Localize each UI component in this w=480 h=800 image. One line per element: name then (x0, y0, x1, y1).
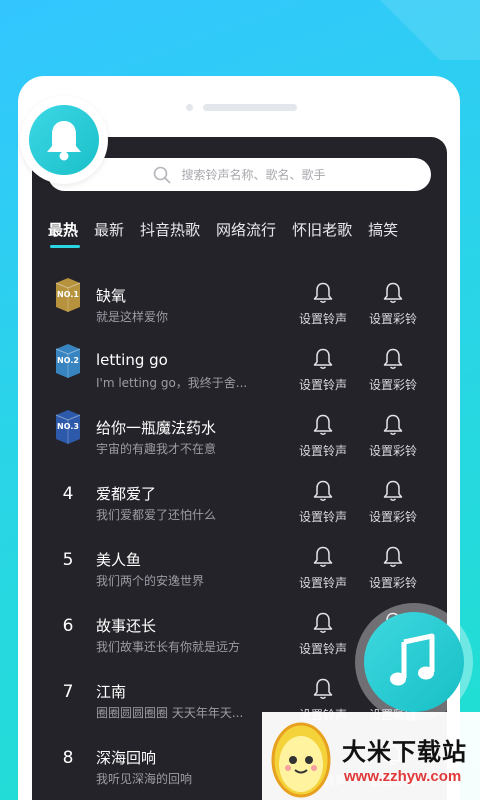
rank-badge: NO.2 (52, 342, 84, 382)
rank-badge: 8 (52, 738, 84, 778)
tab-douyin-hits[interactable]: 抖音热歌 (140, 218, 200, 248)
set-color-ring-button[interactable]: 设置彩铃 (364, 414, 422, 459)
set-ringtone-button[interactable]: 设置铃声 (294, 282, 352, 327)
search-placeholder: 搜索铃声名称、歌名、歌手 (181, 168, 326, 182)
song-subtitle: 我们爱都爱了还怕什么 (96, 508, 217, 522)
rank-badge: 4 (52, 474, 84, 514)
set-color-ring-button[interactable]: 设置彩铃 (364, 348, 422, 393)
rank-badge: NO.1 (52, 276, 84, 316)
rank-number: 7 (62, 682, 74, 702)
tab-funny[interactable]: 搞笑 (368, 218, 398, 248)
set-color-ring-label: 设置彩铃 (368, 576, 417, 590)
rank-label: NO.1 (57, 290, 79, 299)
category-tabs: 最热 最新 抖音热歌 网络流行 怀旧老歌 搞笑 (48, 218, 447, 252)
set-ringtone-button[interactable]: 设置铃声 (294, 546, 352, 591)
music-badge (355, 603, 473, 721)
site-watermark: 大米下载站 www.zzhyw.com (262, 712, 480, 800)
set-ringtone-label: 设置铃声 (298, 642, 347, 656)
set-ringtone-button[interactable]: 设置铃声 (294, 348, 352, 393)
bell-outline-icon (313, 612, 333, 638)
set-color-ring-label: 设置彩铃 (368, 378, 417, 392)
song-title: 爱都爱了 (96, 485, 157, 503)
bell-outline-icon (313, 348, 333, 374)
bell-outline-icon (313, 678, 333, 704)
set-ringtone-label: 设置铃声 (298, 312, 347, 326)
bell-icon (47, 121, 81, 161)
set-ringtone-label: 设置铃声 (298, 510, 347, 524)
tab-oldies[interactable]: 怀旧老歌 (292, 218, 352, 248)
bell-outline-icon (313, 282, 333, 308)
bell-outline-icon (383, 414, 403, 440)
set-ringtone-label: 设置铃声 (298, 378, 347, 392)
tab-internet-popular[interactable]: 网络流行 (216, 218, 276, 248)
set-color-ring-label: 设置彩铃 (368, 312, 417, 326)
song-title: 给你一瓶魔法药水 (96, 419, 217, 437)
watermark-name: 大米下载站 (342, 738, 467, 766)
bell-outline-icon (383, 546, 403, 572)
song-subtitle: 就是这样爱你 (96, 310, 169, 324)
set-color-ring-label: 设置彩铃 (368, 444, 417, 458)
set-color-ring-button[interactable]: 设置彩铃 (364, 282, 422, 327)
song-subtitle: 我们故事还长有你就是远方 (96, 640, 241, 654)
rank-badge: 6 (52, 606, 84, 646)
set-ringtone-label: 设置铃声 (298, 444, 347, 458)
bell-outline-icon (383, 282, 403, 308)
rank-badge: NO.3 (52, 408, 84, 448)
rank-badge: 7 (52, 672, 84, 712)
mascot-logo (271, 722, 331, 798)
rank-number: 8 (62, 748, 74, 768)
watermark-url: www.zzhyw.com (344, 768, 462, 785)
bell-outline-icon (383, 480, 403, 506)
song-subtitle: 我们两个的安逸世界 (96, 574, 205, 588)
song-subtitle: I'm letting go，我终于舍... (96, 376, 248, 390)
tab-hottest[interactable]: 最热 (48, 218, 81, 248)
song-row[interactable]: NO.1 缺氧就是这样爱你 设置铃声 设置彩铃 (32, 266, 447, 332)
song-title: 缺氧 (96, 287, 127, 305)
song-title: 深海回响 (96, 749, 157, 767)
search-bar[interactable]: 搜索铃声名称、歌名、歌手 (48, 158, 431, 191)
rank-number: 5 (62, 550, 74, 570)
music-note-icon (390, 633, 435, 686)
search-icon (154, 166, 171, 183)
song-title: 故事还长 (96, 617, 157, 635)
bell-outline-icon (383, 348, 403, 374)
bell-badge (20, 96, 108, 184)
song-row[interactable]: 4 爱都爱了我们爱都爱了还怕什么 设置铃声 设置彩铃 (32, 464, 447, 530)
set-ringtone-label: 设置铃声 (298, 576, 347, 590)
song-row[interactable]: NO.3 给你一瓶魔法药水宇宙的有趣我才不在意 设置铃声 设置彩铃 (32, 398, 447, 464)
set-ringtone-button[interactable]: 设置铃声 (294, 414, 352, 459)
set-color-ring-button[interactable]: 设置彩铃 (364, 480, 422, 525)
tab-newest[interactable]: 最新 (94, 218, 124, 248)
song-row[interactable]: 5 美人鱼我们两个的安逸世界 设置铃声 设置彩铃 (32, 530, 447, 596)
rank-label: NO.3 (57, 422, 79, 431)
bell-outline-icon (313, 414, 333, 440)
rank-number: 6 (62, 616, 74, 636)
set-ringtone-button[interactable]: 设置铃声 (294, 480, 352, 525)
phone-camera (186, 104, 193, 111)
rank-badge: 5 (52, 540, 84, 580)
set-ringtone-button[interactable]: 设置铃声 (294, 612, 352, 657)
song-subtitle: 宇宙的有趣我才不在意 (96, 442, 217, 456)
song-title: letting go (96, 351, 168, 369)
bell-outline-icon (313, 480, 333, 506)
rank-label: NO.2 (57, 356, 79, 365)
song-title: 美人鱼 (96, 551, 142, 569)
set-color-ring-label: 设置彩铃 (368, 510, 417, 524)
set-color-ring-button[interactable]: 设置彩铃 (364, 546, 422, 591)
rank-number: 4 (62, 484, 74, 504)
song-title: 江南 (96, 683, 127, 701)
phone-speaker (203, 104, 297, 111)
song-subtitle: 我听见深海的回响 (96, 772, 193, 786)
song-subtitle: 圈圈圆圆圈圈 天天年年天... (96, 706, 244, 720)
bell-outline-icon (313, 546, 333, 572)
song-row[interactable]: NO.2 letting go I'm letting go，我终于舍... 设置铃声… (32, 332, 447, 398)
